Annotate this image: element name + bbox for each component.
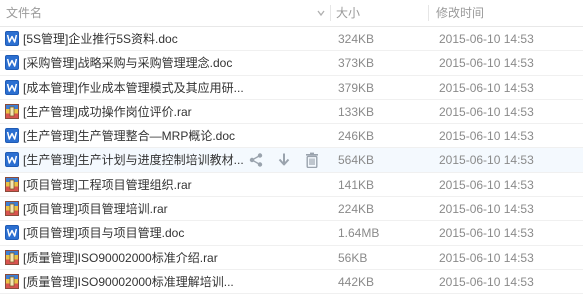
file-name-link[interactable]: [生产管理]生产管理整合—MRP概论.doc	[23, 124, 323, 148]
file-row[interactable]: [质量管理]ISO90002000标准理解培训... 442KB 2015-06-1…	[0, 270, 583, 294]
file-modified-time: 2015-06-10 14:53	[439, 32, 534, 46]
file-size: 442KB	[338, 274, 375, 289]
file-modified-time: 2015-06-10 14:53	[439, 80, 534, 95]
file-size: 133KB	[338, 104, 375, 119]
file-name-link[interactable]: [质量管理]ISO90002000标准介绍.rar	[23, 246, 323, 270]
word-doc-icon	[5, 152, 19, 168]
file-modified-time: 2015-06-10 14:53	[439, 104, 534, 119]
file-size: 564KB	[338, 153, 375, 168]
file-row[interactable]: [项目管理]工程项目管理组织.rar 141KB 2015-06-10 14:53	[0, 173, 583, 198]
column-header-time[interactable]: 修改时间	[436, 0, 576, 26]
file-name-link[interactable]: [质量管理]ISO90002000标准理解培训...	[23, 270, 323, 294]
column-header-size[interactable]: 大小	[336, 0, 426, 26]
file-row[interactable]: [5S管理]企业推行5S资料.doc 324KB 2015-06-10 14:53	[0, 27, 583, 52]
rar-archive-icon	[5, 176, 19, 192]
download-icon[interactable]	[276, 152, 292, 168]
file-modified-time: 2015-06-10 14:53	[439, 153, 534, 168]
file-name-link[interactable]: [项目管理]项目管理培训.rar	[23, 197, 323, 221]
file-modified-time: 2015-06-10 14:53	[439, 177, 534, 192]
column-divider[interactable]	[330, 5, 331, 21]
file-row[interactable]: [生产管理]生产管理整合—MRP概论.doc 246KB 2015-06-10 14…	[0, 124, 583, 149]
file-name-link[interactable]: [生产管理]生产计划与进度控制培训教材...	[23, 148, 248, 172]
word-doc-icon	[5, 55, 19, 71]
rar-archive-icon	[5, 201, 19, 217]
file-size: 141KB	[338, 177, 375, 192]
column-divider[interactable]	[428, 5, 429, 21]
file-modified-time: 2015-06-10 14:53	[439, 226, 534, 241]
word-doc-icon	[5, 79, 19, 95]
file-size: 224KB	[338, 202, 375, 217]
file-size: 1.64MB	[338, 226, 380, 241]
share-icon[interactable]	[248, 152, 264, 168]
file-row[interactable]: [项目管理]项目管理培训.rar 224KB 2015-06-10 14:53	[0, 197, 583, 222]
file-list: [5S管理]企业推行5S资料.doc 324KB 2015-06-10 14:53[…	[0, 27, 583, 294]
file-row[interactable]: [生产管理]成功操作岗位评价.rar 133KB 2015-06-10 14:53	[0, 100, 583, 125]
sort-arrow-icon[interactable]	[316, 8, 326, 18]
file-modified-time: 2015-06-10 14:53	[439, 250, 534, 265]
file-name-link[interactable]: [采购管理]战略采购与采购管理理念.doc	[23, 51, 323, 75]
file-size: 373KB	[338, 56, 375, 71]
rar-archive-icon	[5, 103, 19, 119]
file-list-header: 文件名 大小 修改时间	[0, 0, 583, 27]
file-row[interactable]: [生产管理]生产计划与进度控制培训教材... 564KB 2015-06-10 14…	[0, 148, 583, 173]
column-header-name[interactable]: 文件名	[6, 0, 326, 26]
file-modified-time: 2015-06-10 14:53	[439, 202, 534, 217]
file-row[interactable]: [项目管理]项目与项目管理.doc 1.64MB 2015-06-10 14:53	[0, 221, 583, 246]
file-name-link[interactable]: [5S管理]企业推行5S资料.doc	[23, 27, 323, 51]
file-size: 246KB	[338, 129, 375, 144]
file-modified-time: 2015-06-10 14:53	[439, 56, 534, 71]
file-modified-time: 2015-06-10 14:53	[439, 129, 534, 144]
file-name-link[interactable]: [生产管理]成功操作岗位评价.rar	[23, 100, 323, 124]
word-doc-icon	[5, 128, 19, 144]
delete-icon[interactable]	[304, 152, 320, 169]
word-doc-icon	[5, 31, 19, 46]
file-size: 324KB	[338, 32, 375, 46]
rar-archive-icon	[5, 273, 19, 289]
file-row[interactable]: [质量管理]ISO90002000标准介绍.rar 56KB 2015-06-10 …	[0, 246, 583, 270]
file-size: 379KB	[338, 80, 375, 95]
rar-archive-icon	[5, 249, 19, 265]
file-size: 56KB	[338, 250, 368, 265]
file-name-link[interactable]: [成本管理]作业成本管理模式及其应用研...	[23, 76, 323, 100]
word-doc-icon	[5, 225, 19, 241]
file-row[interactable]: [成本管理]作业成本管理模式及其应用研... 379KB 2015-06-10 14…	[0, 76, 583, 100]
file-name-link[interactable]: [项目管理]工程项目管理组织.rar	[23, 173, 323, 197]
file-name-link[interactable]: [项目管理]项目与项目管理.doc	[23, 221, 323, 245]
file-modified-time: 2015-06-10 14:53	[439, 274, 534, 289]
file-row[interactable]: [采购管理]战略采购与采购管理理念.doc 373KB 2015-06-10 14:…	[0, 51, 583, 76]
